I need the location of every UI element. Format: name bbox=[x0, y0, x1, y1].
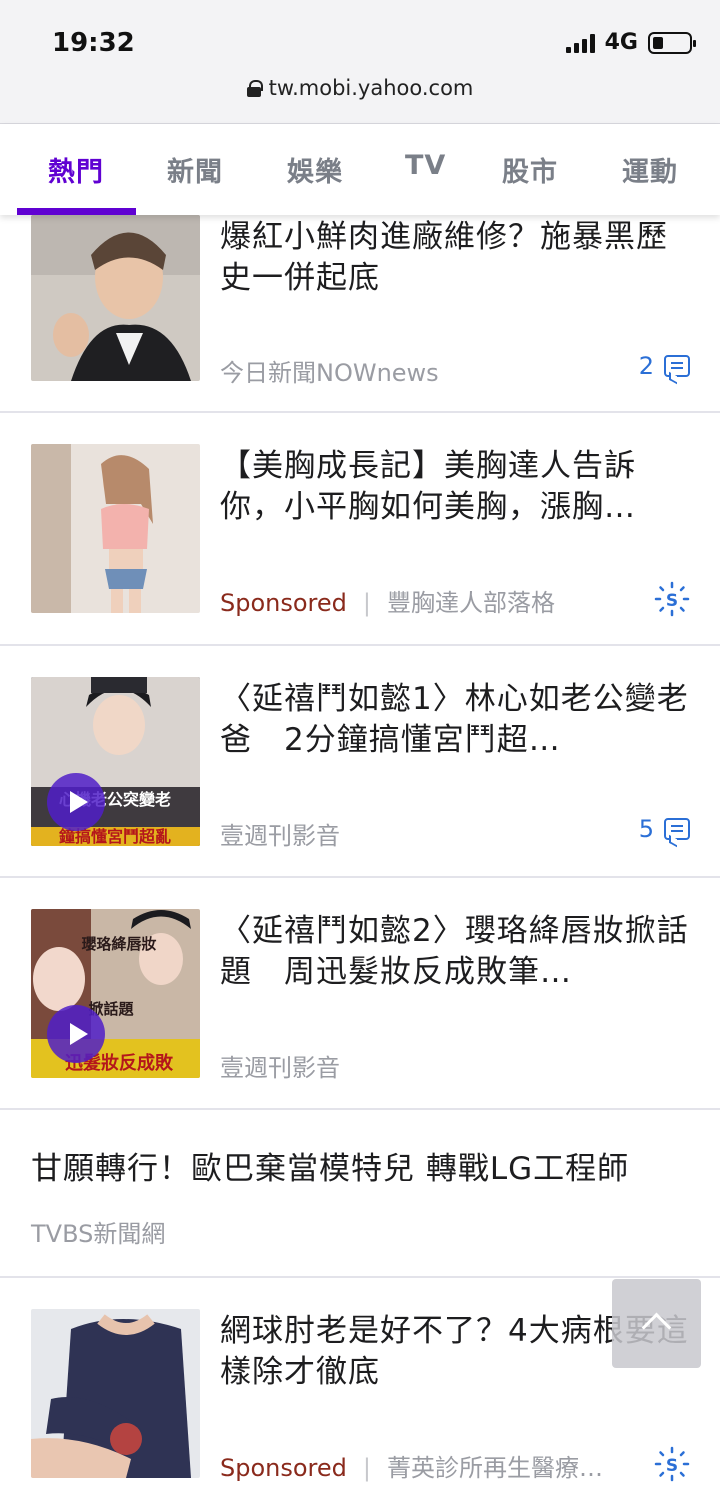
svg-text:S: S bbox=[666, 1456, 678, 1476]
ad-meta: Sponsored | 菁英診所再生醫療… bbox=[220, 1454, 603, 1482]
svg-text:瓔珞絳唇妝: 瓔珞絳唇妝 bbox=[81, 935, 156, 953]
status-time: 19:32 bbox=[52, 28, 135, 58]
browser-chrome: 19:32 4G tw.mobi.yahoo.com bbox=[0, 0, 720, 124]
category-tabs: 熱門 新聞 娛樂 TV 股市 運動 bbox=[0, 124, 720, 215]
feed-item[interactable]: 爆紅小鮮肉進廠維修？施暴黑歷史一併起底 今日新聞NOWnews 2 bbox=[0, 215, 720, 413]
ad-title[interactable]: 【美胸成長記】美胸達人告訴你，小平胸如何美胸，漲胸… bbox=[220, 446, 690, 528]
feed-item-video[interactable]: 瓔珞絳唇妝 掀話題 迅髮妝反成敗 〈延禧鬥如懿2〉瓔珞絳唇妝掀話題 周迅髮妝反成… bbox=[0, 878, 720, 1110]
comment-count[interactable]: 5 bbox=[639, 815, 690, 843]
sponsored-label: Sponsored bbox=[220, 1454, 347, 1482]
tab-stocks[interactable]: 股市 bbox=[502, 150, 558, 189]
article-title[interactable]: 〈延禧鬥如懿1〉林心如老公變老爸 2分鐘搞懂宮鬥超… bbox=[220, 679, 690, 761]
tab-tv[interactable]: TV bbox=[405, 150, 446, 181]
comment-icon bbox=[664, 818, 690, 840]
article-source: 壹週刊影音 bbox=[220, 822, 340, 850]
video-thumbnail[interactable]: 瓔珞絳唇妝 掀話題 迅髮妝反成敗 bbox=[31, 909, 200, 1078]
status-indicators: 4G bbox=[565, 30, 696, 55]
signal-icon bbox=[565, 33, 595, 53]
feed-item-text[interactable]: 甘願轉行！歐巴棄當模特兒 轉戰LG工程師 TVBS新聞網 bbox=[0, 1110, 720, 1278]
lock-icon bbox=[246, 80, 263, 97]
url-bar[interactable]: tw.mobi.yahoo.com bbox=[0, 76, 720, 100]
article-title[interactable]: 甘願轉行！歐巴棄當模特兒 轉戰LG工程師 bbox=[31, 1143, 629, 1188]
feed-item-sponsored[interactable]: 【美胸成長記】美胸達人告訴你，小平胸如何美胸，漲胸… Sponsored | 豐胸達… bbox=[0, 413, 720, 646]
play-icon[interactable] bbox=[47, 1005, 105, 1063]
ad-choices-icon[interactable]: S bbox=[654, 1446, 690, 1482]
video-thumbnail[interactable]: 心機老公突變老 鐘搞懂宮鬥超亂 bbox=[31, 677, 200, 846]
battery-icon bbox=[648, 31, 696, 54]
ad-thumbnail[interactable] bbox=[31, 444, 200, 613]
comment-count[interactable]: 2 bbox=[639, 352, 690, 380]
url-text: tw.mobi.yahoo.com bbox=[268, 76, 474, 100]
network-type: 4G bbox=[604, 30, 638, 55]
ad-choices-icon[interactable]: S bbox=[654, 581, 690, 617]
play-icon[interactable] bbox=[47, 773, 105, 831]
comment-icon bbox=[664, 355, 690, 377]
active-tab-indicator bbox=[17, 208, 136, 215]
tab-sports[interactable]: 運動 bbox=[622, 150, 678, 189]
tab-entertainment[interactable]: 娛樂 bbox=[287, 150, 343, 189]
ad-thumbnail[interactable] bbox=[31, 1309, 200, 1478]
article-thumbnail[interactable] bbox=[31, 215, 200, 381]
article-source: 今日新聞NOWnews bbox=[220, 359, 439, 387]
tab-news[interactable]: 新聞 bbox=[167, 150, 223, 189]
feed-item-video[interactable]: 心機老公突變老 鐘搞懂宮鬥超亂 〈延禧鬥如懿1〉林心如老公變老爸 2分鐘搞懂宮鬥… bbox=[0, 646, 720, 878]
scroll-to-top-button[interactable] bbox=[612, 1279, 701, 1368]
tab-hot[interactable]: 熱門 bbox=[48, 150, 104, 189]
ad-source: 豐胸達人部落格 bbox=[386, 589, 555, 617]
ad-source: 菁英診所再生醫療… bbox=[386, 1454, 603, 1482]
article-source: TVBS新聞網 bbox=[31, 1220, 166, 1248]
sponsored-label: Sponsored bbox=[220, 589, 347, 617]
article-title[interactable]: 爆紅小鮮肉進廠維修？施暴黑歷史一併起底 bbox=[220, 217, 690, 299]
article-title[interactable]: 〈延禧鬥如懿2〉瓔珞絳唇妝掀話題 周迅髮妝反成敗筆… bbox=[220, 911, 690, 993]
article-source: 壹週刊影音 bbox=[220, 1054, 340, 1082]
svg-text:S: S bbox=[666, 591, 678, 611]
ad-meta: Sponsored | 豐胸達人部落格 bbox=[220, 589, 555, 617]
